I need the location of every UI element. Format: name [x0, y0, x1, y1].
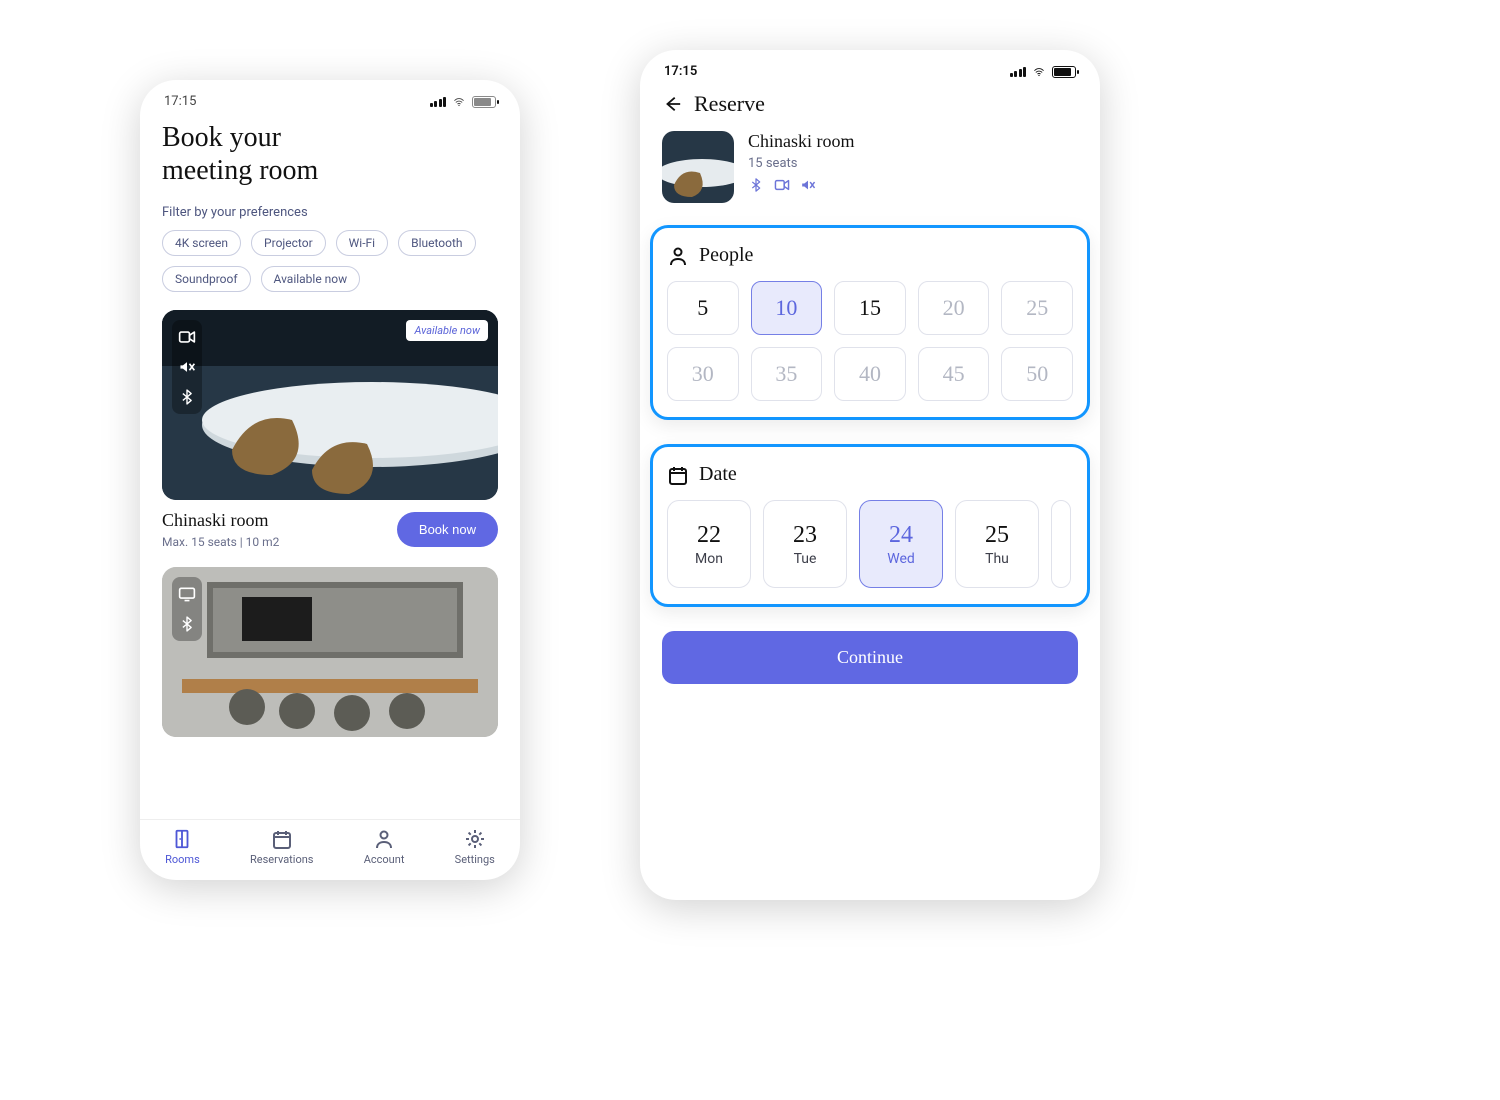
battery-icon	[1052, 66, 1076, 78]
continue-button[interactable]: Continue	[662, 631, 1078, 684]
people-option-45: 45	[918, 347, 990, 401]
video-icon	[774, 177, 790, 193]
screen-title-row: Reserve	[662, 91, 1078, 117]
people-sheet: People 510152025 3035404550	[650, 225, 1090, 420]
people-option-35: 35	[751, 347, 823, 401]
room-feature-icons	[748, 177, 855, 193]
phone-list-screen: 17:15 Book your meeting room Filter by y…	[140, 80, 520, 880]
wifi-icon	[1032, 67, 1046, 77]
filter-chip-4k[interactable]: 4K screen	[162, 230, 241, 256]
nav-label: Account	[364, 853, 405, 866]
date-number: 23	[793, 522, 817, 549]
person-icon	[373, 828, 395, 850]
people-option-25: 25	[1001, 281, 1073, 335]
status-icons	[430, 96, 497, 108]
filter-chip-available[interactable]: Available now	[261, 266, 361, 292]
status-bar: 17:15	[640, 50, 1100, 85]
date-option-25[interactable]: 25 Thu	[955, 500, 1039, 588]
date-number: 22	[697, 522, 721, 549]
people-grid: 510152025 3035404550	[667, 281, 1073, 401]
battery-icon	[472, 96, 496, 108]
filter-chips: 4K screen Projector Wi-Fi Bluetooth Soun…	[162, 230, 498, 292]
date-dayofweek: Mon	[695, 551, 723, 567]
filter-chip-soundproof[interactable]: Soundproof	[162, 266, 251, 292]
room-name: Chinaski room	[162, 510, 279, 531]
room-name: Chinaski room	[748, 131, 855, 152]
nav-rooms[interactable]: Rooms	[165, 828, 200, 866]
nav-label: Settings	[455, 853, 495, 866]
bluetooth-icon	[178, 615, 196, 633]
filter-header: Filter by your preferences	[162, 205, 498, 220]
room-card[interactable]	[162, 567, 498, 737]
door-icon	[171, 828, 193, 850]
nav-reservations[interactable]: Reservations	[250, 828, 313, 866]
status-bar: 17:15	[140, 80, 520, 115]
filter-chip-bluetooth[interactable]: Bluetooth	[398, 230, 475, 256]
date-number: 24	[889, 522, 913, 549]
room-photo	[162, 567, 498, 737]
mute-icon	[178, 358, 196, 376]
date-dayofweek: Thu	[985, 551, 1009, 567]
book-button[interactable]: Book now	[397, 512, 498, 547]
person-icon	[667, 245, 689, 267]
room-summary: Chinaski room 15 seats	[662, 131, 1078, 203]
date-sheet: Date 22 Mon 23 Tue 24 Wed 25 Thu	[650, 444, 1090, 607]
people-option-10[interactable]: 10	[751, 281, 823, 335]
wifi-icon	[452, 97, 466, 107]
screen-title: Reserve	[694, 91, 765, 117]
room-card[interactable]: Available now	[162, 310, 498, 500]
nav-label: Rooms	[165, 853, 200, 866]
bluetooth-icon	[178, 388, 196, 406]
room-seats: 15 seats	[748, 156, 855, 171]
people-option-30: 30	[667, 347, 739, 401]
date-dayofweek: Wed	[887, 551, 915, 567]
room-meta: Max. 15 seats | 10 m2	[162, 535, 279, 549]
nav-account[interactable]: Account	[364, 828, 405, 866]
bluetooth-icon	[748, 177, 764, 193]
available-badge: Available now	[406, 320, 488, 341]
room-feature-icons	[172, 577, 202, 641]
date-dayofweek: Tue	[794, 551, 817, 567]
date-number: 25	[985, 522, 1009, 549]
room-feature-icons	[172, 320, 202, 414]
people-option-40: 40	[834, 347, 906, 401]
room-info-row: Chinaski room Max. 15 seats | 10 m2 Book…	[162, 510, 498, 549]
date-option-23[interactable]: 23 Tue	[763, 500, 847, 588]
date-option-peek[interactable]	[1051, 500, 1071, 588]
nav-settings[interactable]: Settings	[455, 828, 495, 866]
gear-icon	[464, 828, 486, 850]
bottom-nav: Rooms Reservations Account Settings	[140, 819, 520, 880]
status-time: 17:15	[164, 94, 196, 109]
video-icon	[178, 328, 196, 346]
date-heading: Date	[699, 463, 737, 486]
filter-chip-wifi[interactable]: Wi-Fi	[336, 230, 388, 256]
mute-icon	[800, 177, 816, 193]
room-thumb	[662, 131, 734, 203]
nav-label: Reservations	[250, 853, 313, 866]
people-option-15[interactable]: 15	[834, 281, 906, 335]
calendar-icon	[667, 464, 689, 486]
calendar-icon	[271, 828, 293, 850]
date-option-24[interactable]: 24 Wed	[859, 500, 943, 588]
signal-icon	[1010, 67, 1027, 77]
people-heading: People	[699, 244, 753, 267]
people-option-50: 50	[1001, 347, 1073, 401]
screen-icon	[178, 585, 196, 603]
phone-reserve-screen: 17:15 Reserve Chinaski room 15 seats	[640, 50, 1100, 900]
filter-chip-projector[interactable]: Projector	[251, 230, 326, 256]
status-time: 17:15	[664, 64, 697, 79]
people-option-20: 20	[918, 281, 990, 335]
status-icons	[1010, 66, 1077, 78]
date-option-22[interactable]: 22 Mon	[667, 500, 751, 588]
back-icon[interactable]	[662, 94, 682, 114]
page-title: Book your meeting room	[162, 121, 498, 187]
people-option-5[interactable]: 5	[667, 281, 739, 335]
signal-icon	[430, 97, 447, 107]
date-row: 22 Mon 23 Tue 24 Wed 25 Thu	[667, 500, 1073, 588]
